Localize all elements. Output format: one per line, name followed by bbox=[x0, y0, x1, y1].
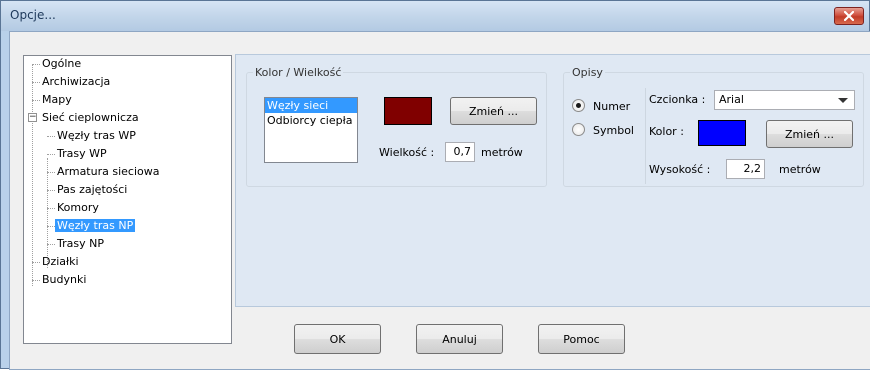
tree-item-pas-zajetosci[interactable]: Pas zajętości bbox=[55, 182, 129, 198]
tree-item-label: Działki bbox=[42, 255, 79, 268]
height-label: Wysokość : bbox=[649, 163, 711, 176]
tree-item-label: Ogólne bbox=[42, 57, 82, 70]
size-input[interactable]: 0,7 bbox=[445, 142, 475, 162]
tree-item-trasy-np[interactable]: Trasy NP bbox=[55, 236, 106, 252]
radio-numer-label: Numer bbox=[593, 100, 631, 113]
size-unit: metrów bbox=[481, 146, 523, 159]
options-tree[interactable]: Ogólne Archiwizacja Mapy − Sieć cieplown… bbox=[23, 55, 232, 344]
ok-label: OK bbox=[329, 332, 346, 346]
change-description-color-button[interactable]: Zmień ... bbox=[766, 120, 853, 148]
radio-symbol[interactable] bbox=[572, 123, 585, 136]
tree-item-archiwizacja[interactable]: Archiwizacja bbox=[40, 74, 112, 90]
tree-item-ogolne[interactable]: Ogólne bbox=[40, 56, 83, 72]
tree-item-label: Węzły tras NP bbox=[55, 219, 136, 232]
ok-button[interactable]: OK bbox=[294, 324, 381, 354]
tree-item-label: Archiwizacja bbox=[42, 75, 111, 88]
collapse-icon[interactable]: − bbox=[28, 113, 37, 122]
close-icon bbox=[844, 11, 854, 21]
close-button[interactable] bbox=[834, 7, 864, 25]
change-description-color-label: Zmień ... bbox=[784, 127, 835, 141]
tree-item-label: Armatura sieciowa bbox=[57, 165, 160, 178]
chevron-down-icon bbox=[838, 98, 848, 103]
options-dialog: Opcje... Ogólne Archiwizacja Mapy − Sieć… bbox=[0, 0, 870, 370]
tree-item-trasy-wp[interactable]: Trasy WP bbox=[55, 146, 109, 162]
tree-item-label: Trasy NP bbox=[57, 237, 104, 250]
descriptions-separator bbox=[645, 88, 646, 184]
height-unit: metrów bbox=[779, 163, 821, 176]
element-listbox[interactable]: Węzły sieci Odbiorcy ciepła bbox=[264, 97, 358, 163]
radio-symbol-label: Symbol bbox=[593, 124, 634, 137]
tree-item-dzialki[interactable]: Działki bbox=[40, 254, 81, 270]
tree-item-label: Mapy bbox=[42, 93, 72, 106]
tree-item-armatura-sieciowa[interactable]: Armatura sieciowa bbox=[55, 164, 161, 180]
font-select-value: Arial bbox=[719, 93, 744, 106]
title-bar: Opcje... bbox=[1, 1, 869, 31]
tree-item-wezly-tras-np[interactable]: Węzły tras NP bbox=[55, 218, 136, 234]
radio-numer[interactable] bbox=[572, 99, 585, 112]
help-button[interactable]: Pomoc bbox=[538, 324, 625, 354]
cancel-button[interactable]: Anuluj bbox=[416, 324, 503, 354]
tree-item-mapy[interactable]: Mapy bbox=[40, 92, 74, 108]
list-item[interactable]: Odbiorcy ciepła bbox=[265, 113, 357, 128]
color-size-legend: Kolor / Wielkość bbox=[255, 66, 342, 79]
tree-item-label: Komory bbox=[57, 201, 99, 214]
tree-item-komory[interactable]: Komory bbox=[55, 200, 101, 216]
description-color-swatch bbox=[698, 120, 746, 146]
tree-item-budynki[interactable]: Budynki bbox=[40, 272, 88, 288]
tree-item-label: Pas zajętości bbox=[57, 183, 128, 196]
tree-item-siec-cieplownicza[interactable]: Sieć cieplownicza bbox=[40, 110, 141, 126]
dialog-body: Ogólne Archiwizacja Mapy − Sieć cieplown… bbox=[9, 31, 870, 370]
size-label: Wielkość : bbox=[379, 146, 435, 159]
tree-item-wezly-tras-wp[interactable]: Węzły tras WP bbox=[55, 128, 138, 144]
settings-panel: Kolor / Wielkość Węzły sieci Odbiorcy ci… bbox=[235, 54, 870, 307]
height-input[interactable]: 2,2 bbox=[726, 159, 765, 179]
help-label: Pomoc bbox=[563, 332, 600, 346]
tree-item-label: Budynki bbox=[42, 273, 87, 286]
change-color-button[interactable]: Zmień ... bbox=[450, 97, 537, 125]
tree-item-label: Sieć cieplownicza bbox=[42, 111, 139, 124]
cancel-label: Anuluj bbox=[442, 332, 477, 346]
font-select[interactable]: Arial bbox=[714, 90, 855, 110]
font-label: Czcionka : bbox=[649, 93, 706, 106]
tree-item-label: Trasy WP bbox=[57, 147, 107, 160]
descriptions-legend: Opisy bbox=[572, 66, 603, 79]
element-color-swatch bbox=[384, 97, 432, 125]
list-item[interactable]: Węzły sieci bbox=[265, 98, 357, 113]
color-label: Kolor : bbox=[649, 125, 684, 138]
window-title: Opcje... bbox=[10, 8, 56, 22]
change-color-label: Zmień ... bbox=[468, 104, 519, 118]
tree-item-label: Węzły tras WP bbox=[57, 129, 136, 142]
